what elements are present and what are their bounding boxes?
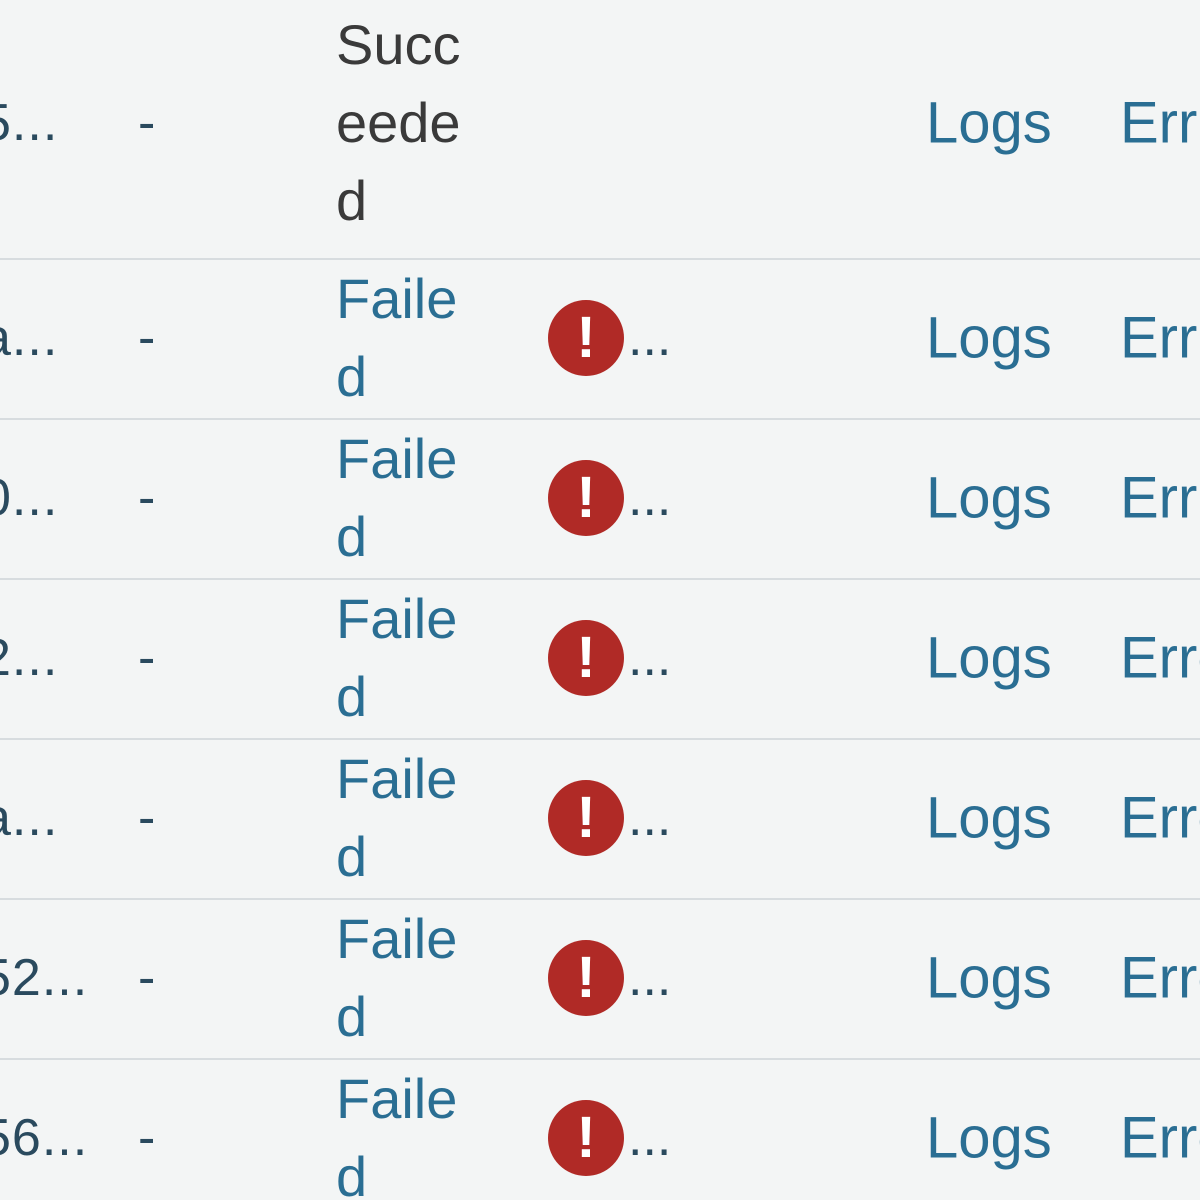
empty-value: - <box>138 1109 156 1167</box>
empty-value: - <box>138 309 156 367</box>
errors-link[interactable]: Erro <box>1120 785 1200 852</box>
run-id: 2... <box>0 629 59 687</box>
errors-link[interactable]: Err <box>1120 465 1197 532</box>
error-summary[interactable]: !... <box>548 620 671 696</box>
table-row[interactable]: 52...- Failed!... Logs Erro <box>0 898 1200 1060</box>
table-row[interactable]: 0... - Failed!... Logs Err <box>0 418 1200 580</box>
empty-value: - <box>138 94 156 152</box>
table-row[interactable]: 56...- Failed!... Logs Erro <box>0 1058 1200 1200</box>
status-link[interactable]: Failed <box>336 900 486 1056</box>
run-id: 52... <box>0 949 89 1007</box>
error-message-truncated: ... <box>628 949 672 1007</box>
error-summary[interactable]: !... <box>548 780 671 856</box>
logs-link[interactable]: Logs <box>926 945 1052 1012</box>
error-summary[interactable]: !... <box>548 460 671 536</box>
error-exclamation-icon: ! <box>548 460 624 536</box>
status-text: Succeeded <box>336 13 461 232</box>
error-message-truncated: ... <box>628 309 672 367</box>
status-link[interactable]: Failed <box>336 740 486 896</box>
status-link[interactable]: Failed <box>336 420 486 576</box>
table-row[interactable]: 5... - Succeeded Logs Err <box>0 0 1200 260</box>
table-row[interactable]: 2... - Failed!... Logs Erro <box>0 578 1200 740</box>
logs-link[interactable]: Logs <box>926 465 1052 532</box>
error-message-truncated: ... <box>628 629 672 687</box>
errors-link[interactable]: Err <box>1120 90 1197 157</box>
table-row[interactable]: a... - Failed!... Logs Erro <box>0 738 1200 900</box>
runs-table: 5... - Succeeded Logs Err a... - Failed!... Logs… <box>0 0 1200 1200</box>
status-link[interactable]: Failed <box>336 260 486 416</box>
status-link[interactable]: Failed <box>336 580 486 736</box>
error-summary[interactable]: !... <box>548 300 671 376</box>
error-message-truncated: ... <box>628 789 672 847</box>
empty-value: - <box>138 789 156 847</box>
status-link[interactable]: Failed <box>336 1060 486 1200</box>
errors-link[interactable]: Err <box>1120 305 1197 372</box>
empty-value: - <box>138 949 156 1007</box>
error-exclamation-icon: ! <box>548 940 624 1016</box>
errors-link[interactable]: Erro <box>1120 1105 1200 1172</box>
error-summary[interactable]: !... <box>548 1100 671 1176</box>
logs-link[interactable]: Logs <box>926 1105 1052 1172</box>
empty-value: - <box>138 469 156 527</box>
error-exclamation-icon: ! <box>548 620 624 696</box>
run-id: 56... <box>0 1109 89 1167</box>
run-id: a... <box>0 309 59 367</box>
logs-link[interactable]: Logs <box>926 90 1052 157</box>
error-exclamation-icon: ! <box>548 1100 624 1176</box>
error-message-truncated: ... <box>628 1109 672 1167</box>
error-exclamation-icon: ! <box>548 780 624 856</box>
logs-link[interactable]: Logs <box>926 625 1052 692</box>
errors-link[interactable]: Erro <box>1120 625 1200 692</box>
run-id: 5... <box>0 94 59 152</box>
error-summary[interactable]: !... <box>548 940 671 1016</box>
error-exclamation-icon: ! <box>548 300 624 376</box>
errors-link[interactable]: Erro <box>1120 945 1200 1012</box>
error-message-truncated: ... <box>628 469 672 527</box>
logs-link[interactable]: Logs <box>926 785 1052 852</box>
logs-link[interactable]: Logs <box>926 305 1052 372</box>
empty-value: - <box>138 629 156 687</box>
run-id: a... <box>0 789 59 847</box>
run-id: 0... <box>0 469 59 527</box>
table-row[interactable]: a... - Failed!... Logs Err <box>0 258 1200 420</box>
